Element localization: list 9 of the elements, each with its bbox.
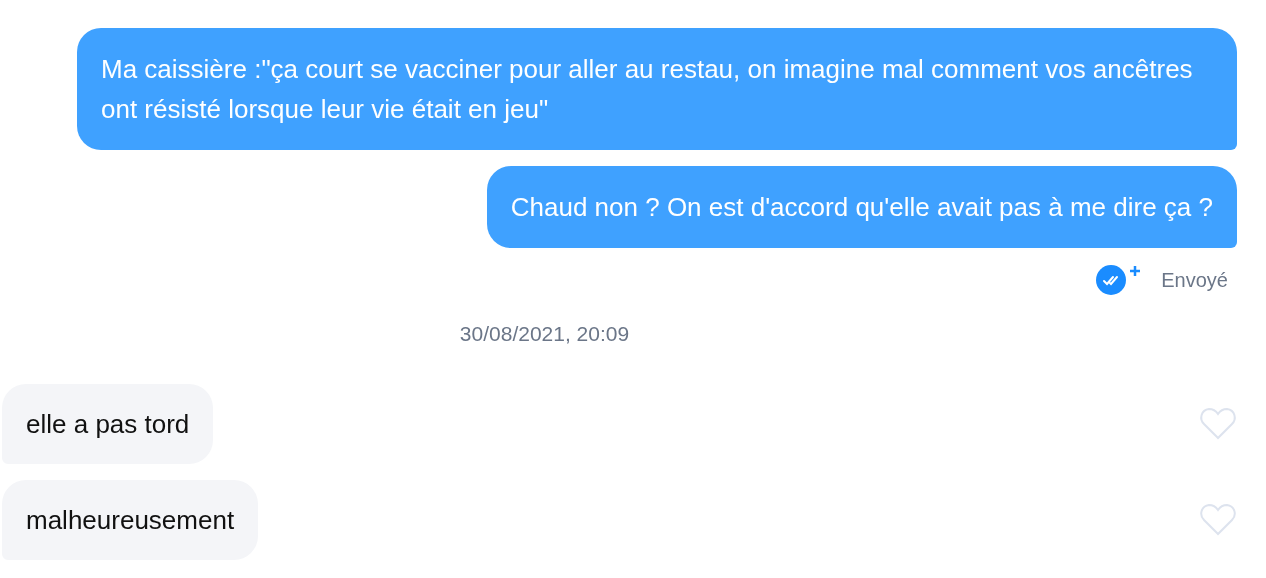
message-bubble: Ma caissière :"ça court se vacciner pour aller au restau, on imagine mal comment vos ancêtres ont résisté lorsque leur vie était en jeu" [77, 28, 1237, 150]
timestamp: 30/08/2021, 20:09 [459, 321, 630, 347]
heart-icon[interactable] [1199, 502, 1237, 537]
message-bubble: malheureusement [2, 479, 259, 560]
heart-icon[interactable] [1199, 406, 1237, 441]
double-check-icon [1095, 264, 1142, 296]
message-bubble: Chaud non ? On est d'accord qu'elle avait pas à me dire ça ? [486, 166, 1237, 248]
message-bubble: elle a pas tord [2, 383, 214, 464]
status-text: Envoyé [1161, 268, 1228, 293]
